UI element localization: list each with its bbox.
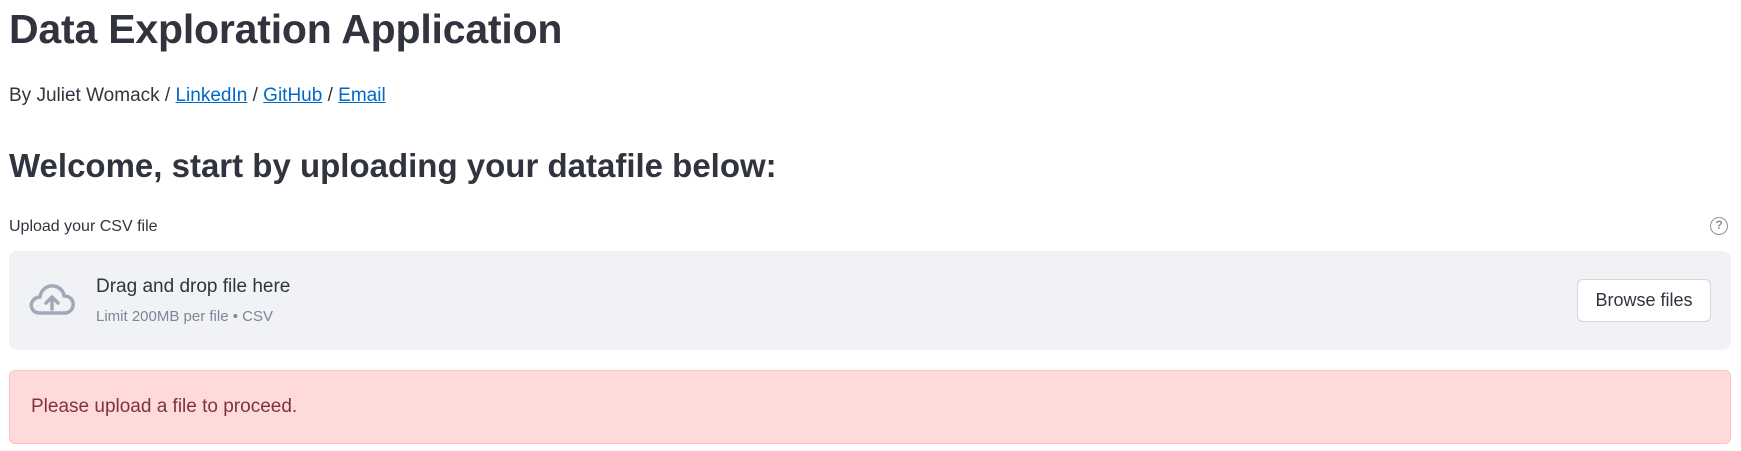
byline: By Juliet Womack / LinkedIn / GitHub / E… — [9, 83, 386, 109]
byline-separator: / — [327, 85, 333, 106]
file-uploader-label: Upload your CSV file — [9, 218, 158, 235]
welcome-heading: Welcome, start by uploading your datafil… — [9, 147, 777, 184]
byline-separator: / — [252, 85, 258, 106]
alert-message: Please upload a file to proceed. — [31, 396, 298, 417]
error-alert: Please upload a file to proceed. — [9, 370, 1731, 444]
page-title: Data Exploration Application — [9, 6, 563, 52]
dropzone-limit-text: Limit 200MB per file • CSV — [96, 308, 273, 325]
linkedin-link[interactable]: LinkedIn — [175, 85, 247, 106]
dropzone-instructions: Drag and drop file here — [96, 276, 291, 297]
browse-files-button[interactable]: Browse files — [1577, 279, 1711, 322]
cloud-upload-icon — [29, 284, 75, 315]
byline-author: By Juliet Womack / — [9, 85, 171, 106]
email-link[interactable]: Email — [338, 85, 386, 106]
file-dropzone[interactable]: Drag and drop file here Limit 200MB per … — [9, 251, 1731, 350]
help-icon[interactable]: ? — [1710, 217, 1728, 235]
github-link[interactable]: GitHub — [263, 85, 322, 106]
